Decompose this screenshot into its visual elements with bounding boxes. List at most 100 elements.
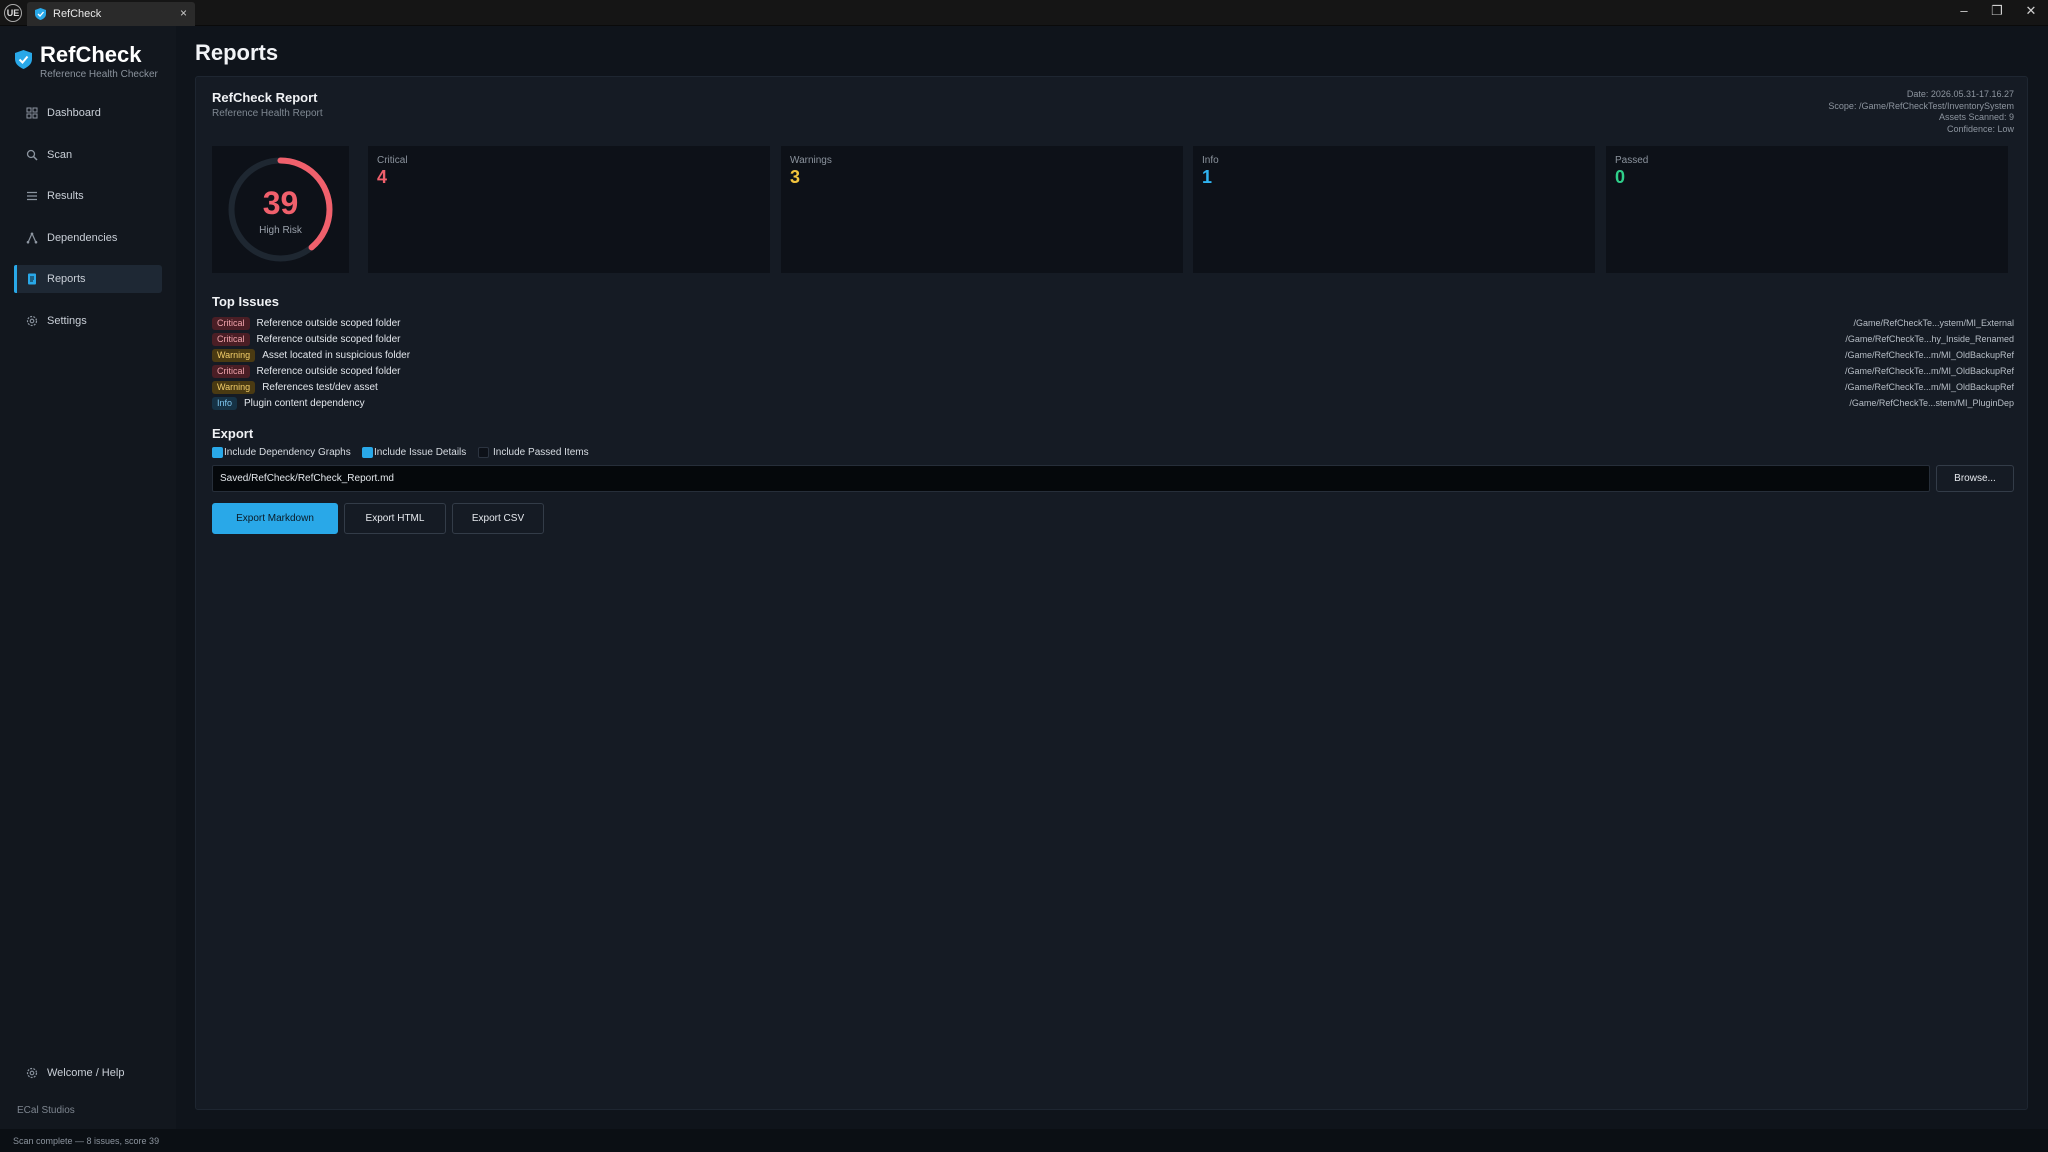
sidebar-item-dashboard[interactable]: Dashboard: [14, 99, 162, 127]
report-date: Date: 2026.05.31-17.16.27: [1906, 89, 2014, 99]
issue-text: References test/dev asset: [262, 382, 378, 393]
report-subtitle: Reference Health Report: [212, 108, 323, 119]
issue-row[interactable]: Critical Reference outside scoped folder …: [212, 317, 2014, 331]
sidebar-item-help[interactable]: Welcome / Help: [14, 1059, 162, 1087]
sidebar-item-reports[interactable]: Reports: [14, 265, 162, 293]
stat-card-passed: Passed 0: [1606, 146, 2008, 273]
stat-value: 0: [1615, 167, 1626, 187]
report-scope: Scope: /Game/RefCheckTest/InventorySyste…: [1828, 100, 2014, 111]
sidebar-item-label: Dependencies: [47, 232, 118, 244]
stat-card-warnings: Warnings 3: [781, 146, 1183, 273]
issue-path: /Game/RefCheckTe...ystem/MI_External: [1853, 318, 2014, 328]
issue-text: Asset located in suspicious folder: [262, 350, 411, 361]
severity-badge: Critical: [212, 333, 250, 346]
issue-text: Plugin content dependency: [244, 398, 365, 409]
status-text: Scan complete — 8 issues, score 39: [13, 1136, 160, 1146]
studio-name: ECal Studios: [17, 1105, 75, 1116]
report-meta: Date: 2026.05.31-17.16.27 Scope: /Game/R…: [1828, 89, 2014, 135]
checkbox-unchecked[interactable]: [478, 447, 489, 458]
list-icon: [27, 191, 37, 201]
stat-card-info: Info 1: [1193, 146, 1595, 273]
issue-text: Reference outside scoped folder: [256, 366, 401, 377]
issue-path: /Game/RefCheckTe...hy_Inside_Renamed: [1845, 334, 2014, 344]
export-csv-button[interactable]: Export CSV: [452, 503, 544, 534]
stat-label: Info: [1202, 155, 1219, 166]
status-bar: Scan complete — 8 issues, score 39: [0, 1129, 2048, 1152]
stat-label: Passed: [1615, 155, 1649, 166]
sidebar-item-label: Settings: [47, 315, 87, 327]
sidebar-item-results[interactable]: Results: [14, 182, 162, 210]
engine-logo-icon[interactable]: UE: [4, 4, 22, 22]
severity-badge: Critical: [212, 365, 250, 378]
score-label: High Risk: [259, 225, 302, 236]
include-passed-items-checkbox[interactable]: Include Passed Items: [478, 447, 589, 461]
issue-path: /Game/RefCheckTe...m/MI_OldBackupRef: [1844, 382, 2014, 392]
issue-path: /Game/RefCheckTe...stem/MI_PluginDep: [1849, 398, 2014, 408]
page-title: Reports: [195, 40, 279, 65]
sidebar-item-dependencies[interactable]: Dependencies: [14, 224, 162, 252]
stat-label: Warnings: [790, 155, 832, 166]
severity-badge: Warning: [212, 349, 256, 362]
help-label: Welcome / Help: [47, 1067, 125, 1079]
stat-value: 1: [1202, 167, 1213, 187]
stat-card-critical: Critical 4: [368, 146, 770, 273]
export-markdown-button[interactable]: Export Markdown: [212, 503, 338, 534]
restore-button[interactable]: ❐: [1987, 3, 2007, 19]
graph-icon: [26, 232, 38, 244]
export-title: Export: [212, 426, 254, 441]
sidebar-item-settings[interactable]: Settings: [14, 307, 162, 335]
issue-text: Reference outside scoped folder: [256, 318, 401, 329]
close-window-button[interactable]: ✕: [2021, 3, 2041, 19]
severity-badge: Info: [212, 397, 238, 410]
report-title: RefCheck Report: [212, 90, 318, 105]
export-html-button[interactable]: Export HTML: [344, 503, 446, 534]
include-dependency-graphs-checkbox[interactable]: Include Dependency Graphs: [212, 447, 351, 461]
checkbox-label: Include Passed Items: [493, 447, 589, 458]
document-icon: [28, 273, 36, 285]
severity-badge: Warning: [212, 381, 256, 394]
gear-icon: [26, 1067, 38, 1079]
sidebar-item-label: Results: [47, 190, 84, 202]
title-bar: UE RefCheck × – ❐ ✕: [0, 0, 2048, 26]
report-panel: RefCheck Report Reference Health Report …: [195, 76, 2028, 1110]
app-title: RefCheck: [40, 42, 142, 67]
shield-icon: [35, 8, 46, 20]
app-subtitle: Reference Health Checker: [40, 69, 158, 80]
sidebar: RefCheck Reference Health Checker Dashbo…: [0, 26, 176, 1129]
sidebar-item-scan[interactable]: Scan: [14, 141, 162, 169]
gear-icon: [26, 315, 38, 327]
sidebar-item-label: Scan: [47, 149, 73, 161]
score-value: 39: [262, 185, 299, 221]
severity-badge: Critical: [212, 317, 250, 330]
tab-close-icon[interactable]: ×: [180, 6, 187, 20]
tab-label: RefCheck: [53, 8, 102, 20]
checkbox-checked[interactable]: [362, 447, 373, 458]
issue-path: /Game/RefCheckTe...m/MI_OldBackupRef: [1844, 350, 2014, 360]
issue-row[interactable]: Critical Reference outside scoped folder …: [212, 365, 2014, 379]
checkbox-label: Include Issue Details: [374, 447, 467, 458]
issue-row[interactable]: Critical Reference outside scoped folder …: [212, 333, 2014, 347]
search-icon: [26, 149, 38, 161]
stat-value: 4: [377, 167, 388, 187]
report-confidence: Confidence: Low: [1946, 123, 2014, 134]
minimize-button[interactable]: –: [1954, 3, 1974, 18]
issue-row[interactable]: Warning References test/dev asset /Game/R…: [212, 381, 2014, 395]
report-assets: Assets Scanned: 9: [1938, 112, 2014, 122]
tab-refcheck[interactable]: RefCheck ×: [27, 2, 195, 26]
score-card: 39 High Risk: [212, 146, 349, 273]
include-issue-details-checkbox[interactable]: Include Issue Details: [362, 447, 466, 461]
browse-button[interactable]: Browse...: [1936, 465, 2014, 492]
issue-row[interactable]: Warning Asset located in suspicious folde…: [212, 349, 2014, 363]
stat-label: Critical: [377, 155, 408, 166]
sidebar-item-label: Reports: [47, 273, 86, 285]
export-path-input[interactable]: [212, 465, 1930, 492]
issue-path: /Game/RefCheckTe...m/MI_OldBackupRef: [1844, 366, 2014, 376]
issue-text: Reference outside scoped folder: [256, 334, 401, 345]
top-issues-title: Top Issues: [212, 294, 279, 309]
issue-row[interactable]: Info Plugin content dependency /Game/RefC…: [212, 397, 2014, 411]
sidebar-item-label: Dashboard: [47, 107, 101, 119]
checkbox-label: Include Dependency Graphs: [224, 447, 351, 458]
checkbox-checked[interactable]: [212, 447, 223, 458]
stat-value: 3: [790, 167, 801, 187]
grid-icon: [26, 107, 38, 119]
